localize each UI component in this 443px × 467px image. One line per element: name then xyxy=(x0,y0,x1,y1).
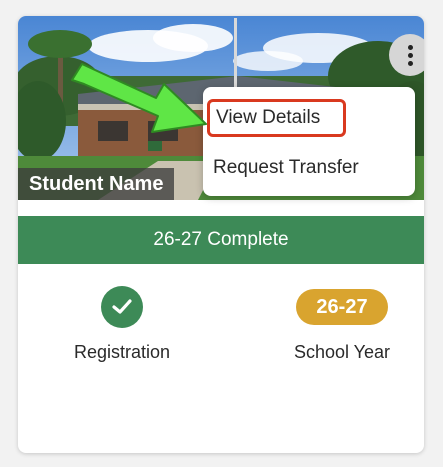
checkmark-icon xyxy=(101,286,143,328)
student-name: Student Name xyxy=(18,168,175,200)
registration-label: Registration xyxy=(73,342,171,362)
status-banner: 26-27 Complete xyxy=(18,216,424,264)
pointer-arrow-icon xyxy=(71,63,207,133)
menu-item-request-transfer[interactable]: Request Transfer xyxy=(203,150,415,186)
school-year-status: 26-27 School Year xyxy=(277,286,407,363)
more-options-icon[interactable] xyxy=(389,34,424,76)
school-year-label: School Year xyxy=(293,342,391,362)
menu-item-view-details[interactable]: View Details xyxy=(203,99,415,137)
options-menu: View Details Request Transfer xyxy=(203,87,415,196)
registration-status: Registration xyxy=(57,286,187,363)
school-year-badge: 26-27 xyxy=(296,289,388,325)
view-details-label: View Details xyxy=(207,99,346,137)
